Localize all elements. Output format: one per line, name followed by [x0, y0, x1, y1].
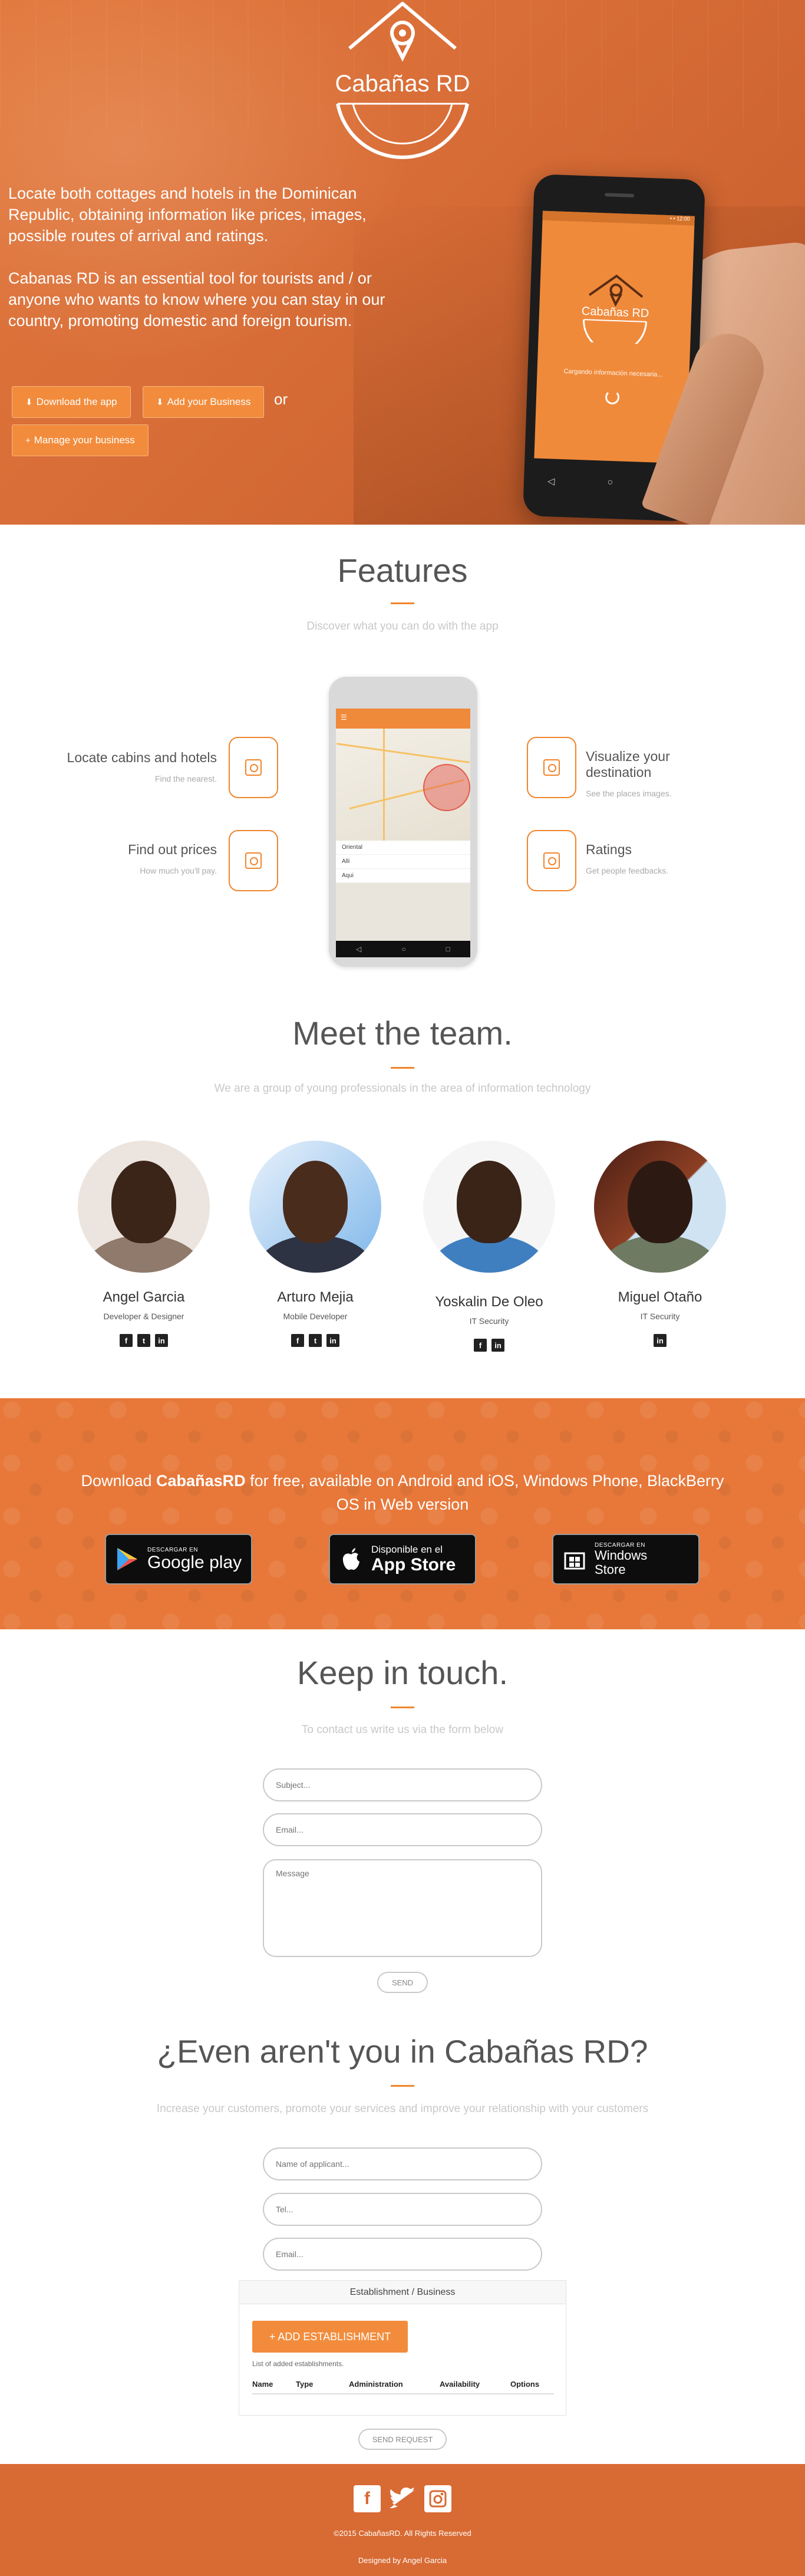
designed-by-text: Designed by Angel Garcia — [358, 2556, 447, 2565]
contact-title: Keep in touch. — [296, 1654, 509, 1691]
windows-store-button[interactable]: DESCARGAR EN Windows Store — [552, 1534, 700, 1585]
list-item: Alli — [336, 855, 470, 869]
hero-section: Cabañas RD Locate both cottages and hote… — [0, 0, 805, 525]
apple-icon — [338, 1546, 364, 1572]
join-subtitle: Increase your customers, promote your se… — [156, 2103, 649, 2115]
map-icon — [229, 737, 278, 798]
back-icon: ◁ — [547, 476, 555, 487]
home-icon: ○ — [607, 477, 613, 488]
avatar — [594, 1141, 726, 1273]
hero-description: Locate both cottages and hotels in the D… — [8, 183, 391, 353]
team-member-arturo: Arturo Mejia Mobile Developer f t in — [239, 1141, 392, 1347]
establishment-panel: Establishment / Business + ADD ESTABLISH… — [239, 2280, 566, 2416]
splash-logo-icon: Cabañas RD — [581, 274, 649, 345]
download-icon: ⬇ — [25, 397, 33, 407]
search-radius — [423, 764, 470, 811]
team-subtitle: We are a group of young professionals in… — [214, 1082, 591, 1095]
message-input[interactable] — [263, 1859, 542, 1957]
column-header: Availability — [440, 2375, 510, 2394]
google-play-icon — [114, 1546, 140, 1572]
manage-business-button[interactable]: + Manage your business — [12, 424, 149, 456]
copyright-text: ©2015 CabañasRD. All Rights Reserved — [334, 2529, 471, 2538]
twitter-icon[interactable] — [389, 2485, 416, 2512]
rating-icon — [527, 830, 576, 891]
linkedin-icon[interactable]: in — [326, 1334, 339, 1347]
send-request-button[interactable]: SEND REQUEST — [358, 2429, 447, 2450]
facebook-icon[interactable]: f — [291, 1334, 304, 1347]
column-header: Administration — [349, 2375, 440, 2394]
download-text: Download CabañasRD for free, available o… — [81, 1472, 724, 1513]
establishment-list-label: List of added establishments. — [252, 2360, 344, 2368]
facebook-icon[interactable]: f — [354, 2485, 381, 2512]
avatar — [249, 1141, 381, 1273]
app-store-button[interactable]: Disponible en el App Store — [329, 1534, 476, 1585]
establishment-panel-title: Establishment / Business — [239, 2281, 566, 2304]
google-play-button[interactable]: DESCARGAR EN Google play — [105, 1534, 252, 1585]
linkedin-icon[interactable]: in — [155, 1334, 168, 1347]
instagram-icon[interactable] — [424, 2485, 451, 2512]
home-icon: ○ — [401, 945, 406, 953]
features-phone-mockup: ☰ Oriental Alli Aqui ◁ ○ □ — [329, 677, 477, 967]
twitter-icon[interactable]: t — [137, 1334, 150, 1347]
column-header: Options — [510, 2375, 554, 2394]
price-icon — [229, 830, 278, 891]
download-app-button[interactable]: ⬇ Download the app — [12, 386, 131, 418]
windows-store-icon — [562, 1546, 588, 1572]
brand-logo[interactable]: Cabañas RD — [314, 0, 491, 159]
add-business-button[interactable]: ⬇ Add your Business — [143, 386, 265, 418]
contact-subtitle: To contact us write us via the form belo… — [301, 1724, 504, 1736]
map-view — [336, 729, 470, 841]
hero-paragraph-2: Cabanas RD is an essential tool for tour… — [8, 269, 385, 330]
linkedin-icon[interactable]: in — [491, 1339, 504, 1352]
svg-text:Cabañas RD: Cabañas RD — [335, 71, 470, 97]
feature-prices: Find out prices How much you'll pay. — [128, 842, 217, 875]
footer: f ©2015 CabañasRD. All Rights Reserved D… — [0, 2464, 805, 2576]
team-title: Meet the team. — [292, 1014, 513, 1052]
or-text: or — [274, 390, 288, 408]
facebook-icon[interactable]: f — [474, 1339, 487, 1352]
team-member-angel: Angel Garcia Developer & Designer f t in — [67, 1141, 220, 1347]
join-email-input[interactable] — [263, 2238, 542, 2271]
send-button[interactable]: SEND — [377, 1972, 428, 1993]
loading-spinner-icon — [605, 390, 620, 405]
hero-paragraph-1: Locate both cottages and hotels in the D… — [8, 185, 367, 245]
establishment-table: Name Type Administration Availability Op… — [252, 2375, 554, 2394]
add-establishment-button[interactable]: + ADD ESTABLISHMENT — [252, 2321, 408, 2353]
back-icon: ◁ — [356, 945, 362, 953]
join-title: ¿Even aren't you in Cabañas RD? — [157, 2033, 648, 2070]
plus-icon: + — [25, 435, 31, 446]
recent-apps-icon: □ — [446, 945, 450, 953]
svg-text:Cabañas RD: Cabañas RD — [581, 305, 649, 320]
team-member-miguel: Miguel Otaño IT Security in — [583, 1141, 737, 1347]
features-title: Features — [337, 552, 468, 589]
list-item: Oriental — [336, 841, 470, 855]
phone-loading-text: Cargando información necesaria... — [563, 368, 663, 378]
download-icon: ⬇ — [156, 397, 164, 407]
subject-input[interactable] — [263, 1768, 542, 1801]
feature-visualize: Visualize your destination See the place… — [586, 749, 672, 798]
applicant-name-input[interactable] — [263, 2147, 542, 2180]
column-header: Name — [252, 2375, 296, 2394]
column-header: Type — [296, 2375, 349, 2394]
image-icon — [527, 737, 576, 798]
feature-ratings: Ratings Get people feedbacks. — [586, 842, 669, 875]
results-list: Oriental Alli Aqui — [336, 841, 470, 883]
features-subtitle: Discover what you can do with the app — [306, 620, 499, 633]
download-section: Download CabañasRD for free, available o… — [0, 1398, 805, 1629]
email-input[interactable] — [263, 1813, 542, 1846]
avatar — [423, 1141, 555, 1273]
list-item: Aqui — [336, 869, 470, 883]
facebook-icon[interactable]: f — [120, 1334, 133, 1347]
linkedin-icon[interactable]: in — [654, 1334, 667, 1347]
team-member-yoskalin: Yoskalin De Oleo IT Security f in — [413, 1141, 566, 1352]
avatar — [78, 1141, 210, 1273]
twitter-icon[interactable]: t — [309, 1334, 322, 1347]
feature-locate: Locate cabins and hotels Find the neares… — [67, 750, 217, 783]
tel-input[interactable] — [263, 2193, 542, 2226]
